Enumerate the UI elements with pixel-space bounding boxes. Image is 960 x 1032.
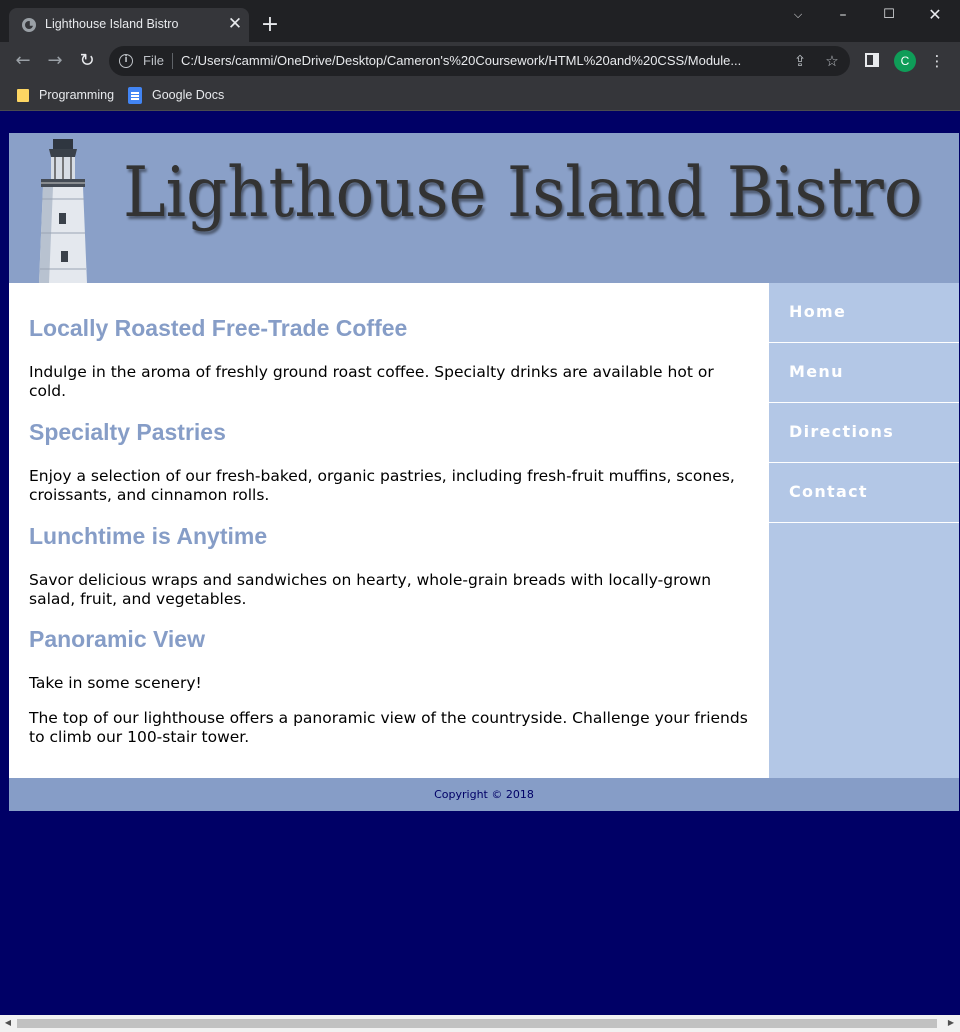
site-banner: Lighthouse Island Bistro	[9, 133, 959, 283]
browser-tab-active[interactable]: Lighthouse Island Bistro ✕	[9, 8, 249, 42]
section-paragraph: The top of our lighthouse offers a panor…	[29, 709, 748, 746]
main-content: Locally Roasted Free-Trade Coffee Indulg…	[9, 283, 769, 778]
browser-title-bar: Lighthouse Island Bistro ✕ + ⌵ – ☐ ✕	[0, 0, 960, 42]
maximize-button[interactable]: ☐	[866, 0, 912, 30]
info-icon[interactable]: i	[119, 54, 133, 68]
address-divider	[172, 53, 173, 69]
site-nav: Home Menu Directions Contact	[769, 283, 959, 523]
bookmark-google-docs[interactable]: Google Docs	[128, 85, 228, 105]
close-tab-icon[interactable]: ✕	[226, 15, 244, 33]
minimize-button[interactable]: –	[820, 0, 866, 30]
scroll-right-arrow-icon[interactable]: ▶	[946, 1018, 956, 1028]
new-tab-button[interactable]: +	[259, 14, 281, 36]
bookmark-label: Programming	[39, 88, 115, 102]
section-paragraph: Enjoy a selection of our fresh-baked, or…	[29, 467, 735, 504]
page-wrapper: Locally Roasted Free-Trade Coffee Indulg…	[9, 283, 959, 778]
forward-arrow-icon[interactable]: →	[44, 50, 66, 72]
close-window-button[interactable]: ✕	[912, 0, 958, 30]
section-paragraph: Indulge in the aroma of freshly ground r…	[29, 363, 714, 400]
tab-search-chevron-icon[interactable]: ⌵	[775, 0, 821, 30]
nav-link-menu[interactable]: Menu	[769, 343, 959, 403]
folder-icon	[17, 89, 29, 102]
browser-menu-icon[interactable]: ⋮	[926, 50, 948, 72]
tab-title: Lighthouse Island Bistro	[45, 17, 179, 31]
google-docs-icon	[128, 87, 142, 104]
address-scheme-label: File	[143, 53, 164, 68]
url-text[interactable]: C:/Users/cammi/OneDrive/Desktop/Cameron'…	[181, 53, 781, 68]
site-title: Lighthouse Island Bistro	[123, 153, 923, 233]
section-heading: Specialty Pastries	[29, 419, 226, 445]
bookmark-programming[interactable]: Programming	[17, 85, 117, 105]
scroll-left-arrow-icon[interactable]: ◀	[3, 1018, 13, 1028]
lighthouse-image	[39, 139, 87, 283]
globe-icon	[22, 18, 36, 32]
section-paragraph: Take in some scenery!	[29, 674, 202, 692]
scrollbar-thumb[interactable]	[17, 1019, 937, 1028]
side-panel-icon[interactable]	[865, 53, 879, 67]
nav-link-home[interactable]: Home	[769, 283, 959, 343]
share-icon[interactable]: ⇪	[790, 51, 810, 71]
copyright-text: Copyright © 2018	[434, 788, 534, 801]
reload-icon[interactable]: ↻	[76, 50, 98, 72]
bookmarks-bar: Programming Google Docs	[0, 80, 960, 111]
section-heading: Panoramic View	[29, 626, 205, 652]
profile-avatar[interactable]: C	[894, 50, 916, 72]
section-heading: Lunchtime is Anytime	[29, 523, 268, 549]
nav-link-directions[interactable]: Directions	[769, 403, 959, 463]
horizontal-scrollbar[interactable]: ◀ ▶	[0, 1015, 960, 1032]
nav-link-contact[interactable]: Contact	[769, 463, 959, 523]
back-arrow-icon[interactable]: ←	[12, 50, 34, 72]
section-heading: Locally Roasted Free-Trade Coffee	[29, 315, 408, 341]
address-bar[interactable]: i File C:/Users/cammi/OneDrive/Desktop/C…	[109, 46, 850, 76]
browser-toolbar: ← → ↻ i File C:/Users/cammi/OneDrive/Des…	[0, 42, 960, 80]
bookmark-label: Google Docs	[152, 88, 225, 102]
web-page: Lighthouse Island Bistro Locally Roasted…	[9, 133, 959, 811]
section-paragraph: Savor delicious wraps and sandwiches on …	[29, 571, 712, 608]
site-footer: Copyright © 2018	[9, 778, 959, 811]
bookmark-star-icon[interactable]: ☆	[822, 51, 842, 71]
